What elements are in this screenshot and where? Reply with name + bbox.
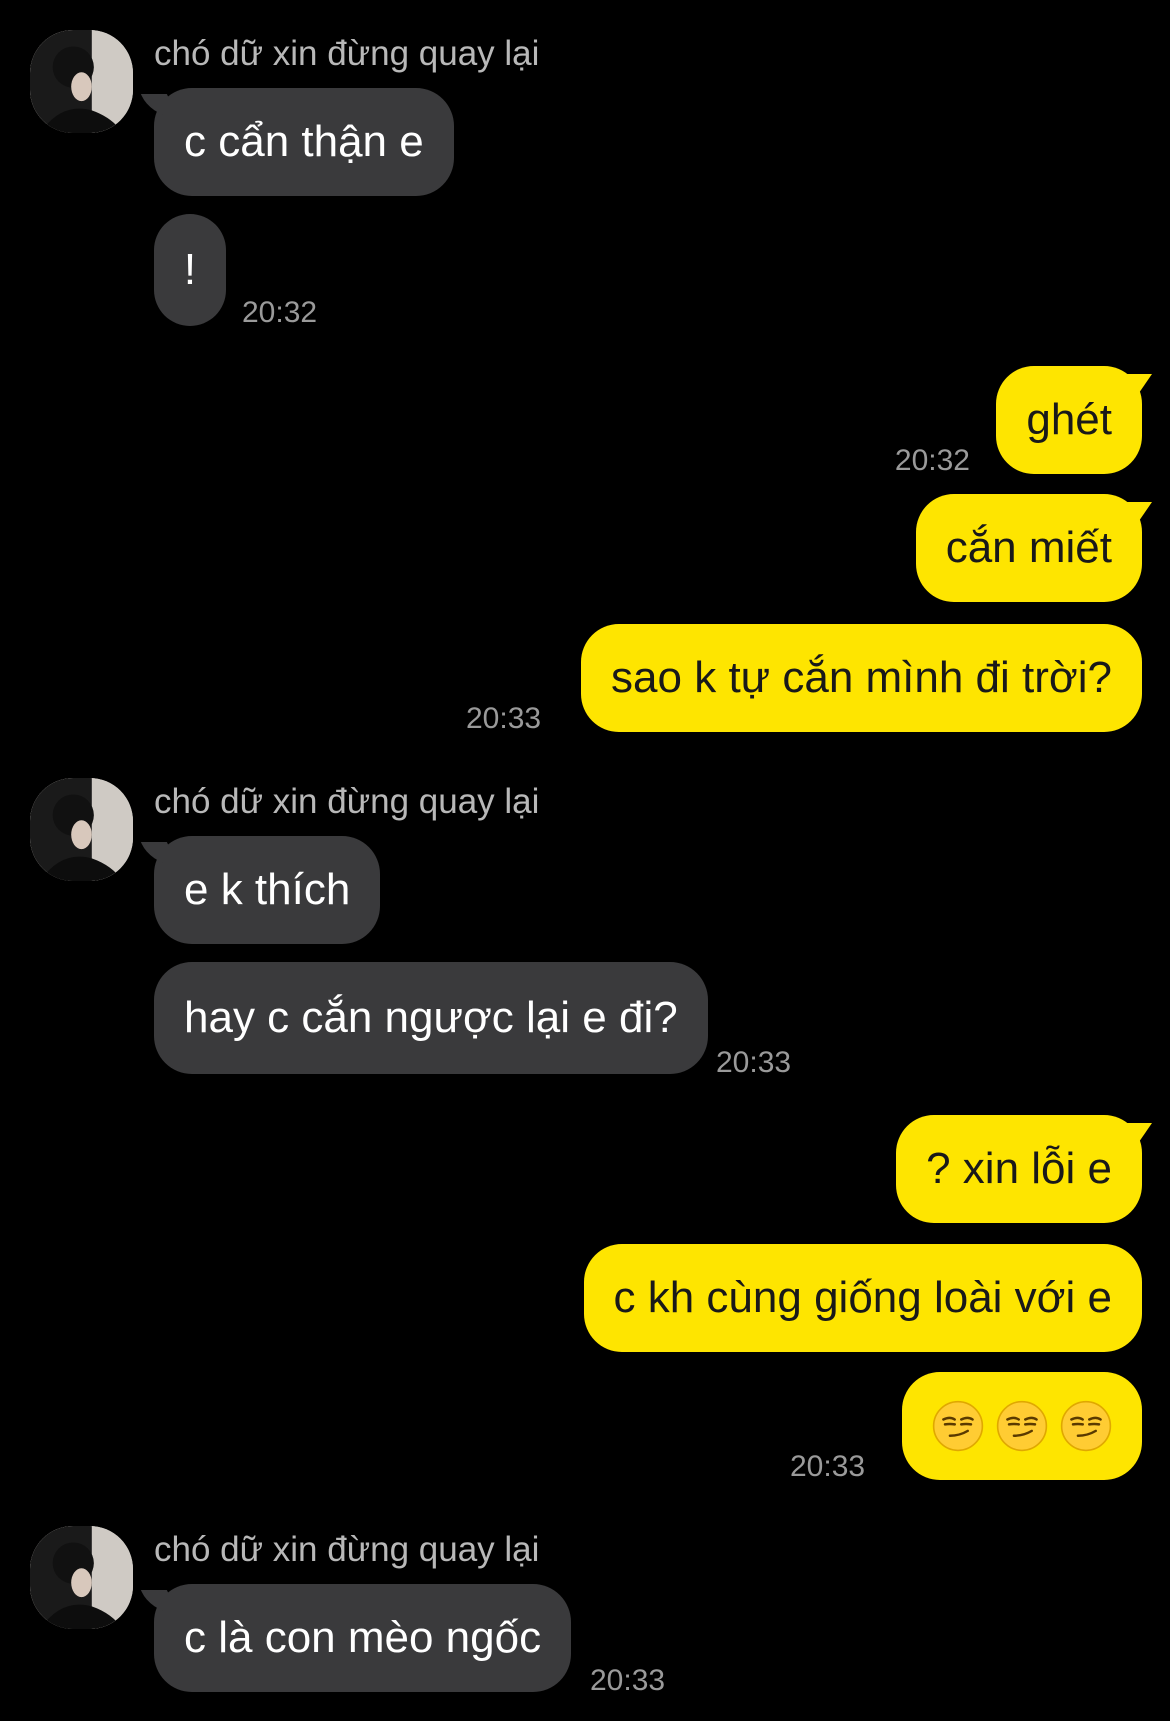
message-timestamp: 20:32: [894, 444, 970, 477]
message-timestamp: 20:33: [590, 1664, 666, 1697]
message-bubble-incoming[interactable]: c cẩn thận e: [154, 88, 454, 196]
message-bubble-outgoing[interactable]: [902, 1372, 1142, 1480]
message-text: c là con mèo ngốc: [184, 1613, 542, 1662]
avatar[interactable]: [30, 1526, 133, 1629]
message-timestamp: 20:33: [716, 1046, 792, 1079]
message-bubble-outgoing[interactable]: c kh cùng giống loài với e: [583, 1244, 1142, 1352]
avatar-photo: [30, 1526, 133, 1629]
emoji-row: [932, 1400, 1112, 1452]
sender-name: chó dữ xin đừng quay lại: [154, 782, 540, 821]
message-text: c cẩn thận e: [184, 117, 424, 166]
message-timestamp: 20:32: [242, 296, 318, 329]
message-text: c kh cùng giống loài với e: [613, 1273, 1112, 1322]
message-bubble-incoming[interactable]: hay c cắn ngược lại e đi?: [154, 962, 708, 1074]
message-bubble-outgoing[interactable]: sao k tự cắn mình đi trời?: [581, 624, 1142, 732]
message-bubble-outgoing[interactable]: cắn miết: [915, 494, 1142, 602]
avatar-photo: [30, 30, 133, 133]
message-text: ghét: [1026, 395, 1112, 444]
message-text: sao k tự cắn mình đi trời?: [611, 653, 1112, 702]
message-timestamp: 20:33: [466, 702, 542, 735]
smirking-face-icon: [1060, 1400, 1112, 1452]
message-bubble-incoming[interactable]: c là con mèo ngốc: [154, 1584, 572, 1692]
message-text: ? xin lỗi e: [926, 1144, 1112, 1193]
smirking-face-icon: [996, 1400, 1048, 1452]
sender-name: chó dữ xin đừng quay lại: [154, 34, 540, 73]
message-text: hay c cắn ngược lại e đi?: [184, 993, 678, 1042]
chat-screen: chó dữ xin đừng quay lại c cẩn thận e ! …: [0, 0, 1170, 1721]
message-timestamp: 20:33: [790, 1450, 866, 1483]
message-bubble-outgoing[interactable]: ghét: [996, 366, 1142, 474]
message-bubble-outgoing[interactable]: ? xin lỗi e: [896, 1115, 1142, 1223]
message-text: !: [183, 245, 197, 294]
message-bubble-incoming[interactable]: e k thích: [154, 836, 381, 944]
sender-name: chó dữ xin đừng quay lại: [154, 1530, 540, 1569]
avatar-photo: [30, 778, 133, 881]
message-text: e k thích: [184, 865, 351, 914]
smirking-face-icon: [932, 1400, 984, 1452]
avatar[interactable]: [30, 778, 133, 881]
avatar[interactable]: [30, 30, 133, 133]
message-text: cắn miết: [945, 523, 1112, 572]
message-bubble-incoming[interactable]: !: [154, 214, 226, 326]
